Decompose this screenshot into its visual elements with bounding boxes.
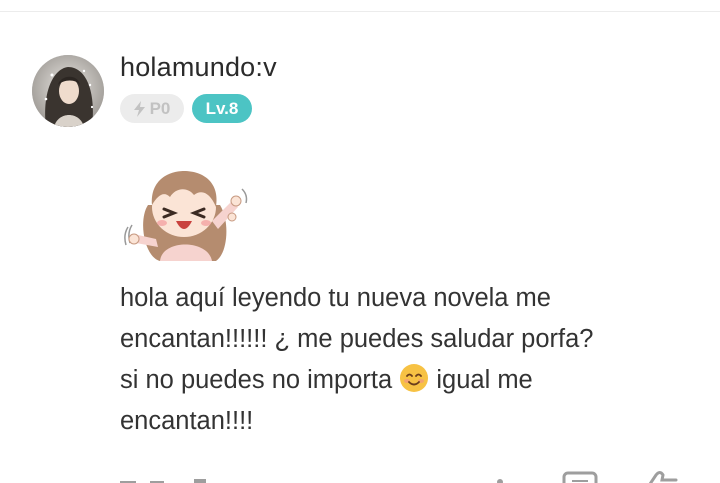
points-label: P0 <box>149 98 171 118</box>
chibi-girl-cheering-sticker <box>120 165 250 265</box>
bolt-icon <box>133 100 145 117</box>
level-label: Lv.8 <box>205 98 239 118</box>
points-badge[interactable]: P0 <box>120 94 184 123</box>
comment-footer-actions <box>0 470 720 483</box>
more-icon[interactable] <box>497 479 503 483</box>
comment-text: hola aquí leyendo tu nueva novela me enc… <box>120 278 700 442</box>
like-icon[interactable] <box>648 471 678 483</box>
username[interactable]: holamundo:v <box>120 52 277 83</box>
comment-line: encantan!!!!!! ¿ me puedes saludar porfa… <box>120 325 594 353</box>
comment-line: hola aquí leyendo tu nueva novela me <box>120 284 551 312</box>
user-avatar[interactable] <box>32 55 104 127</box>
comment-icon[interactable] <box>562 471 598 483</box>
comment-line: encantan!!!! <box>120 407 254 435</box>
level-badge[interactable]: Lv.8 <box>192 94 252 123</box>
top-divider <box>0 11 720 12</box>
comment-line: si no puedes no importa <box>120 366 393 394</box>
smiling-face-emoji <box>400 364 429 392</box>
comment-line: igual me <box>436 366 533 394</box>
